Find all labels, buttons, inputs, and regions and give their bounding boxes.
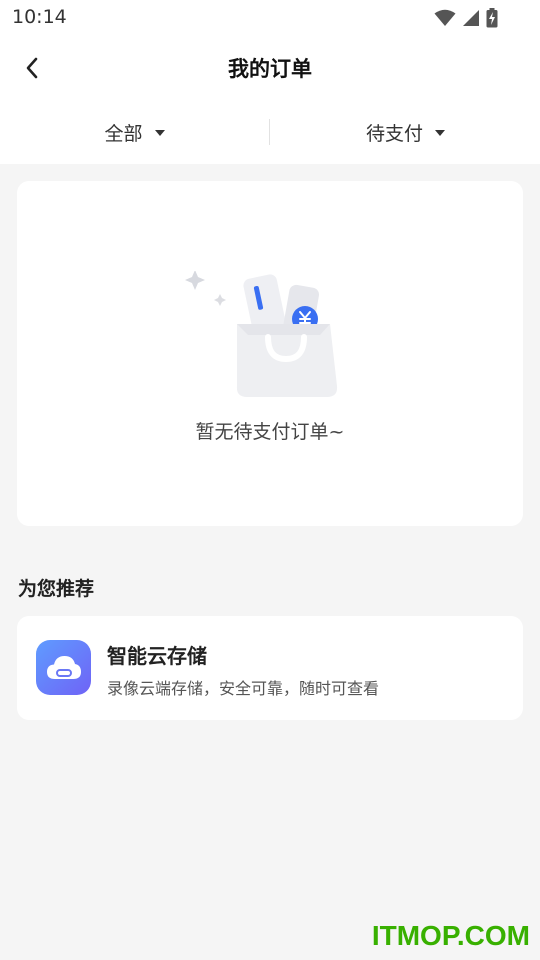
cloud-storage-icon bbox=[36, 640, 91, 695]
caret-down-icon bbox=[435, 130, 445, 136]
recommend-card-cloud-storage[interactable]: 智能云存储 录像云端存储，安全可靠，随时可查看 bbox=[17, 616, 523, 720]
watermark-logo: ITMOP.COM bbox=[371, 920, 530, 951]
recommend-item-description: 录像云端存储，安全可靠，随时可查看 bbox=[107, 679, 380, 698]
header: 我的订单 bbox=[0, 36, 540, 100]
filter-all-dropdown[interactable]: 全部 bbox=[0, 100, 269, 164]
cloud-icon bbox=[46, 655, 81, 679]
filter-bar: 全部 待支付 bbox=[0, 100, 540, 164]
empty-bag-illustration bbox=[185, 271, 338, 397]
status-time: 10:14 bbox=[12, 6, 67, 28]
caret-down-icon bbox=[154, 130, 165, 136]
wifi-icon bbox=[434, 9, 456, 26]
status-bar: 10:14 bbox=[0, 0, 540, 36]
battery-charging-icon bbox=[486, 8, 498, 28]
filter-divider bbox=[269, 119, 270, 145]
page-title: 我的订单 bbox=[228, 57, 312, 81]
filter-all-label: 全部 bbox=[104, 122, 143, 145]
status-icons bbox=[434, 8, 498, 28]
recommend-section-title: 为您推荐 bbox=[18, 578, 95, 600]
signal-icon bbox=[463, 10, 479, 26]
filter-pending-label: 待支付 bbox=[365, 122, 423, 145]
empty-state-message: 暂无待支付订单~ bbox=[195, 421, 345, 443]
empty-state-card: 暂无待支付订单~ bbox=[17, 181, 523, 526]
recommend-item-title: 智能云存储 bbox=[107, 644, 207, 668]
filter-pending-dropdown[interactable]: 待支付 bbox=[271, 100, 540, 164]
